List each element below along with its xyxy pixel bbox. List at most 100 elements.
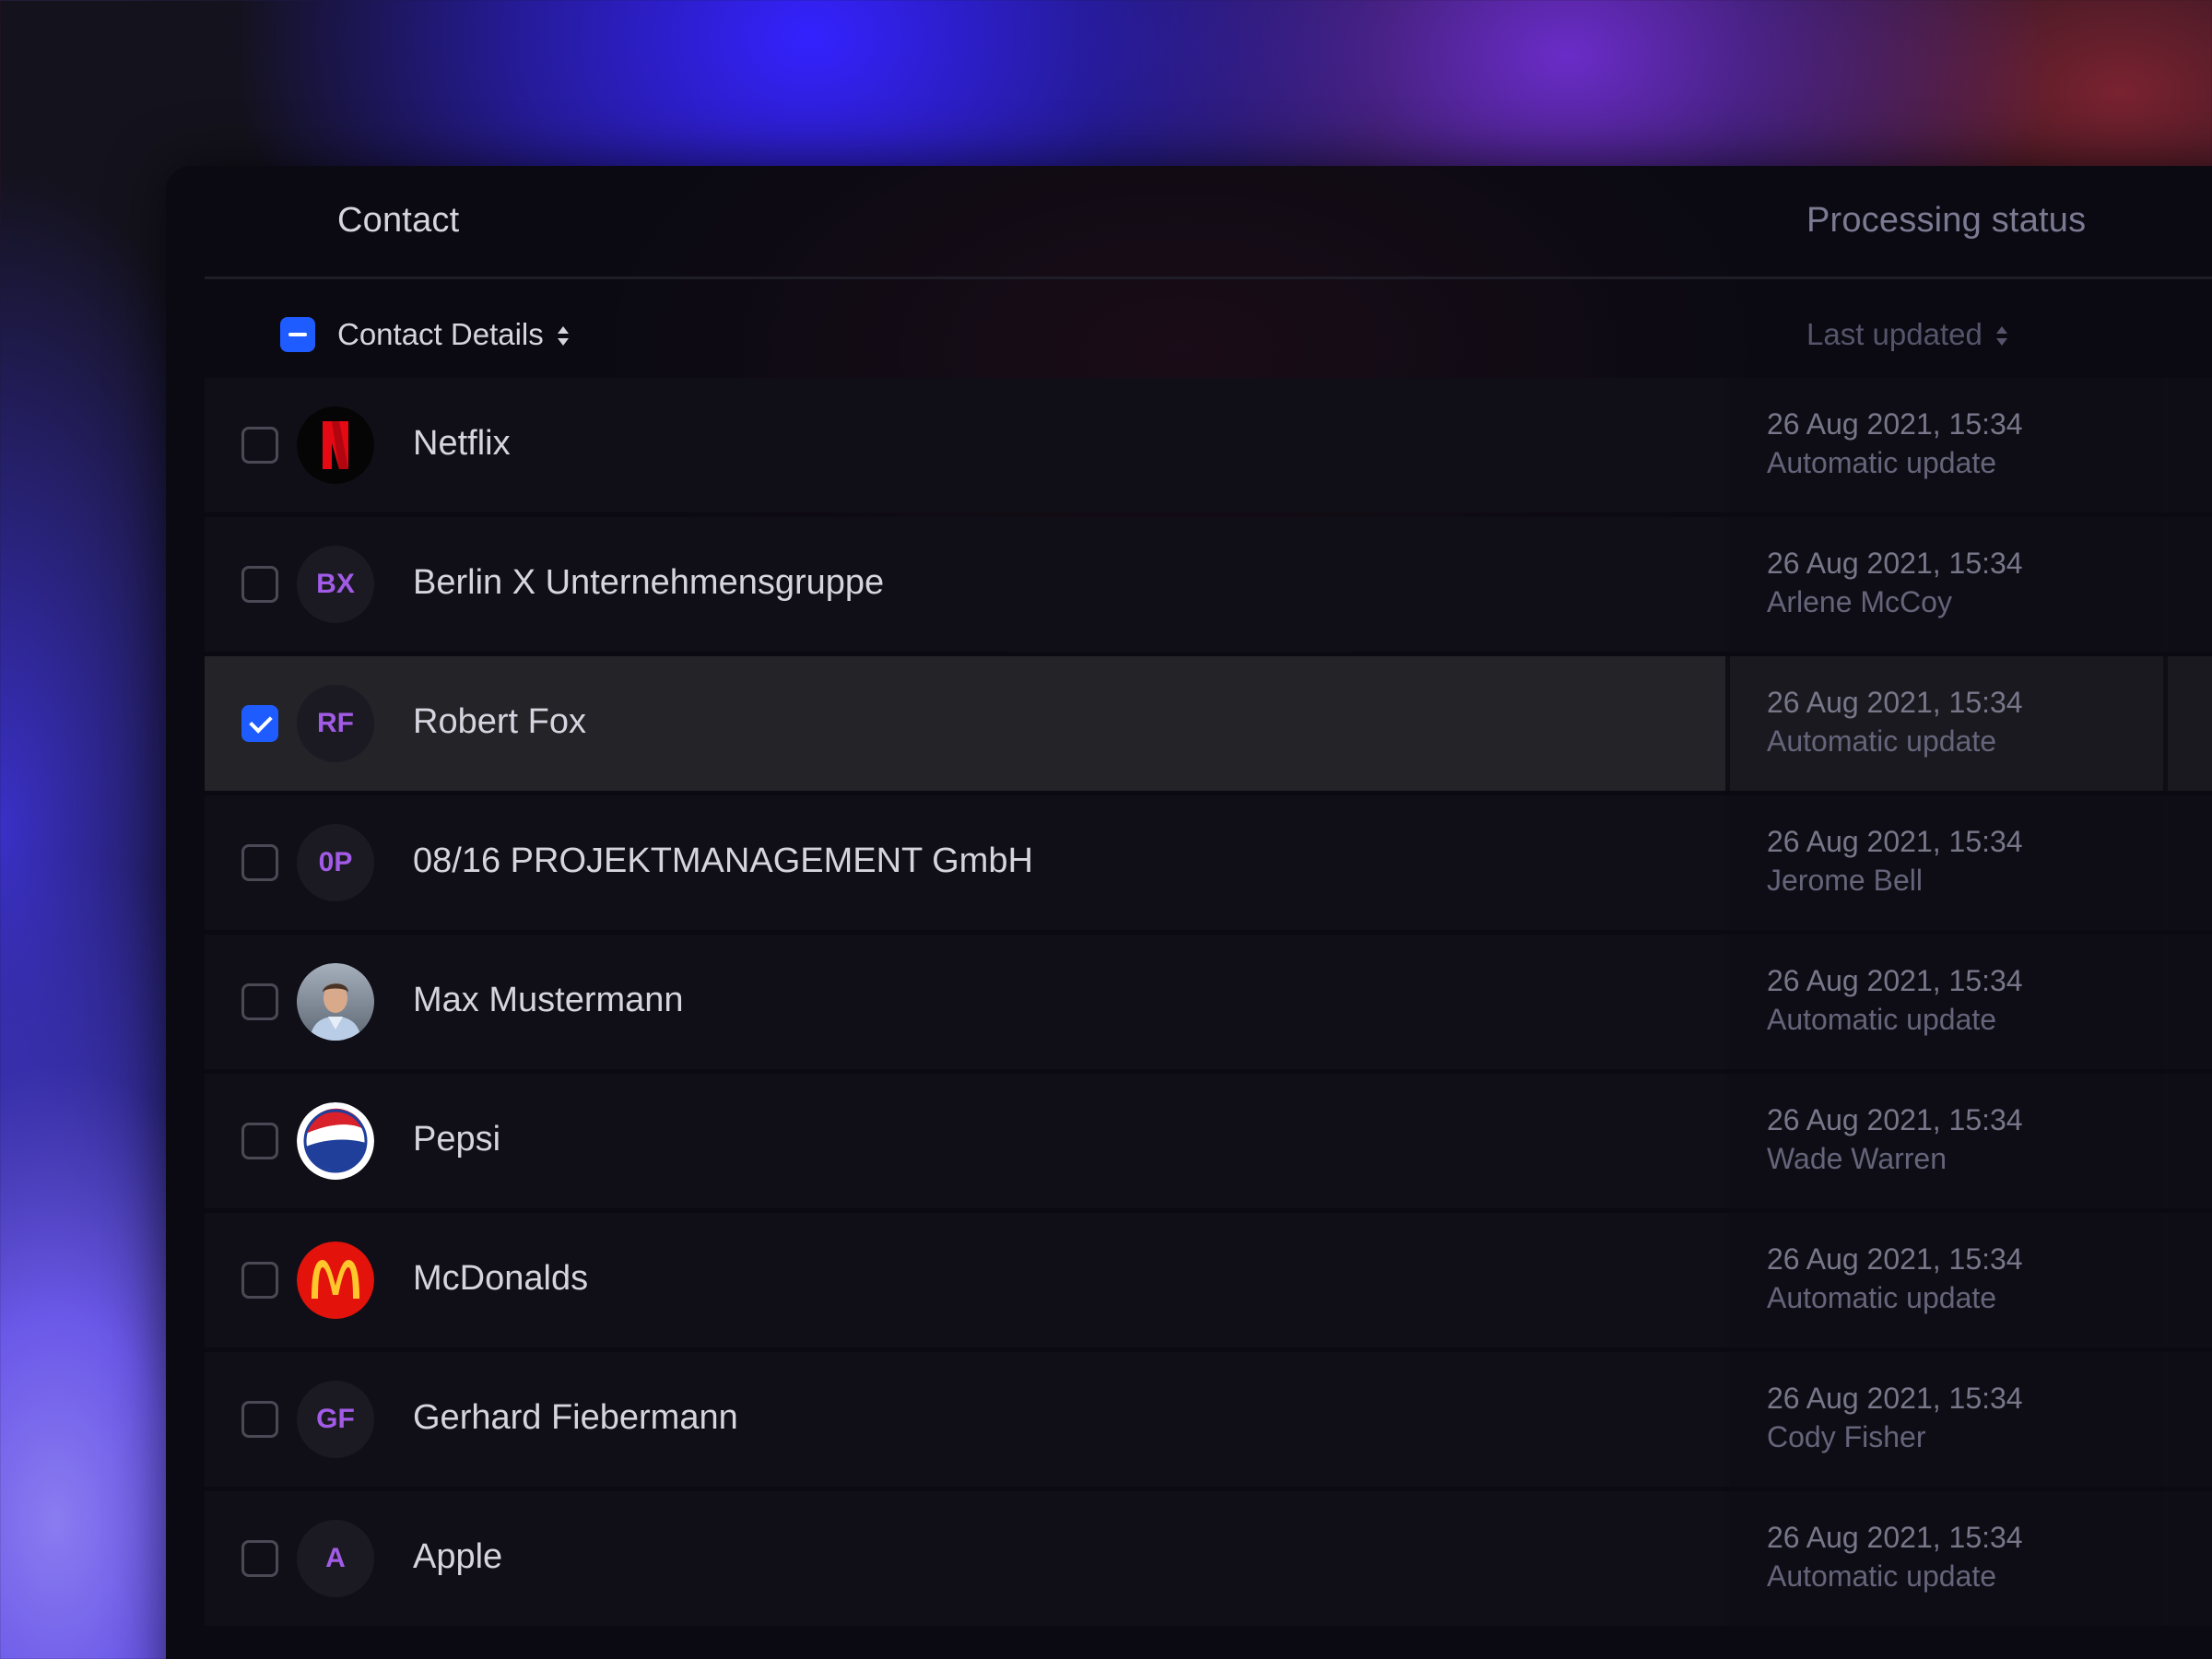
last-updated-by: Cody Fisher — [1767, 1420, 1926, 1453]
processing-status-cell: 26 Aug 2021, 15:34 Automatic update — [1730, 378, 2163, 512]
last-updated-date: 26 Aug 2021, 15:34 — [1767, 1103, 2023, 1136]
row-checkbox[interactable] — [241, 1262, 278, 1299]
row-checkbox[interactable] — [241, 566, 278, 603]
sort-last-updated[interactable]: Last updated — [1806, 317, 2010, 352]
last-updated-by: Automatic update — [1767, 1003, 1997, 1036]
last-updated-by: Jerome Bell — [1767, 864, 1923, 897]
contact-name[interactable]: Max Mustermann — [413, 981, 684, 1020]
contact-cell: BX Berlin X Unternehmensgruppe — [205, 517, 1725, 652]
avatar — [297, 963, 374, 1041]
select-all-checkbox[interactable] — [280, 317, 315, 352]
last-updated-date: 26 Aug 2021, 15:34 — [1767, 964, 2023, 997]
last-updated-date: 26 Aug 2021, 15:34 — [1767, 825, 2023, 858]
row-checkbox[interactable] — [241, 1123, 278, 1159]
processing-status-cell: 26 Aug 2021, 15:34 Automatic update — [1730, 1491, 2163, 1626]
last-updated-date: 26 Aug 2021, 15:34 — [1767, 1521, 2023, 1554]
processing-status-cell: 26 Aug 2021, 15:34 Arlene McCoy — [1730, 517, 2163, 652]
avatar — [297, 406, 374, 484]
group-title-contact: Contact — [337, 201, 460, 240]
avatar-initials: BX — [316, 569, 355, 599]
contact-cell: Netflix — [205, 378, 1725, 512]
table-row[interactable]: Pepsi 26 Aug 2021, 15:34 Wade Warren — [205, 1074, 2212, 1208]
contact-name[interactable]: McDonalds — [413, 1259, 588, 1299]
last-updated-by: Arlene McCoy — [1767, 585, 1952, 618]
contact-cell: A Apple — [205, 1491, 1725, 1626]
last-updated-by: Wade Warren — [1767, 1142, 1947, 1175]
avatar-initials: GF — [316, 1404, 355, 1434]
contact-cell: RF Robert Fox — [205, 656, 1725, 791]
table-row[interactable]: A Apple 26 Aug 2021, 15:34 Automatic upd… — [205, 1491, 2212, 1626]
sort-icon — [555, 324, 571, 349]
last-updated-by: Automatic update — [1767, 1281, 1997, 1314]
contact-name[interactable]: Berlin X Unternehmensgruppe — [413, 563, 884, 603]
contact-cell: McDonalds — [205, 1213, 1725, 1347]
processing-status-cell: 26 Aug 2021, 15:34 Automatic update — [1730, 935, 2163, 1069]
table-row[interactable]: McDonalds 26 Aug 2021, 15:34 Automatic u… — [205, 1213, 2212, 1347]
column-header-row: Contact Details Last updated — [205, 282, 2212, 358]
processing-status-cell: 26 Aug 2021, 15:34 Automatic update — [1730, 656, 2163, 791]
table-row[interactable]: GF Gerhard Fiebermann 26 Aug 2021, 15:34… — [205, 1352, 2212, 1487]
group-title-processing-status: Processing status — [1806, 201, 2087, 240]
next-column-cell — [2168, 935, 2212, 1069]
row-checkbox[interactable] — [241, 1540, 278, 1577]
processing-status-cell: 26 Aug 2021, 15:34 Jerome Bell — [1730, 795, 2163, 930]
avatar — [297, 1241, 374, 1319]
next-column-cell — [2168, 1352, 2212, 1487]
processing-status-cell: 26 Aug 2021, 15:34 Wade Warren — [1730, 1074, 2163, 1208]
contact-cell: Pepsi — [205, 1074, 1725, 1208]
column-label-last-updated: Last updated — [1806, 317, 1983, 351]
column-label-contact-details: Contact Details — [337, 317, 544, 351]
contact-name[interactable]: Robert Fox — [413, 702, 586, 742]
contact-cell: Max Mustermann — [205, 935, 1725, 1069]
contact-name[interactable]: 08/16 PROJEKTMANAGEMENT GmbH — [413, 841, 1033, 881]
contact-name[interactable]: Pepsi — [413, 1120, 500, 1159]
row-checkbox[interactable] — [241, 844, 278, 881]
next-column-cell — [2168, 795, 2212, 930]
avatar-initials: A — [325, 1543, 346, 1573]
next-column-cell — [2168, 1074, 2212, 1208]
avatar-initials: RF — [317, 708, 354, 738]
last-updated-date: 26 Aug 2021, 15:34 — [1767, 407, 2023, 441]
column-group-header: Contact Processing status — [205, 166, 2212, 279]
avatar — [297, 1102, 374, 1180]
processing-status-cell: 26 Aug 2021, 15:34 Cody Fisher — [1730, 1352, 2163, 1487]
row-checkbox[interactable] — [241, 705, 278, 742]
table-row[interactable]: Max Mustermann 26 Aug 2021, 15:34 Automa… — [205, 935, 2212, 1069]
pepsi-logo-icon — [297, 1102, 374, 1180]
next-column-cell — [2168, 1491, 2212, 1626]
next-column-cell — [2168, 517, 2212, 652]
netflix-logo-icon — [297, 406, 374, 484]
table-row[interactable]: BX Berlin X Unternehmensgruppe 26 Aug 20… — [205, 517, 2212, 652]
avatar: 0P — [297, 824, 374, 901]
contact-cell: GF Gerhard Fiebermann — [205, 1352, 1725, 1487]
last-updated-date: 26 Aug 2021, 15:34 — [1767, 1382, 2023, 1415]
table-row[interactable]: Netflix 26 Aug 2021, 15:34 Automatic upd… — [205, 378, 2212, 512]
avatar: RF — [297, 685, 374, 762]
contact-name[interactable]: Apple — [413, 1537, 502, 1577]
processing-status-cell: 26 Aug 2021, 15:34 Automatic update — [1730, 1213, 2163, 1347]
last-updated-by: Automatic update — [1767, 724, 1997, 758]
contact-cell: 0P 08/16 PROJEKTMANAGEMENT GmbH — [205, 795, 1725, 930]
contact-name[interactable]: Netflix — [413, 424, 511, 464]
next-column-cell — [2168, 378, 2212, 512]
table-row[interactable]: RF Robert Fox 26 Aug 2021, 15:34 Automat… — [205, 656, 2212, 791]
last-updated-by: Automatic update — [1767, 1559, 1997, 1593]
person-photo-icon — [297, 963, 374, 1041]
sort-icon — [1994, 324, 2010, 349]
avatar: BX — [297, 546, 374, 623]
contact-name[interactable]: Gerhard Fiebermann — [413, 1398, 738, 1438]
sort-contact-details[interactable]: Contact Details — [337, 317, 571, 352]
next-column-cell — [2168, 1213, 2212, 1347]
avatar: GF — [297, 1381, 374, 1458]
row-checkbox[interactable] — [241, 427, 278, 464]
last-updated-by: Automatic update — [1767, 446, 1997, 479]
row-checkbox[interactable] — [241, 983, 278, 1020]
next-column-cell — [2168, 656, 2212, 791]
avatar: A — [297, 1520, 374, 1597]
mcdonalds-logo-icon — [297, 1241, 374, 1319]
last-updated-date: 26 Aug 2021, 15:34 — [1767, 547, 2023, 580]
avatar-initials: 0P — [318, 847, 353, 877]
last-updated-date: 26 Aug 2021, 15:34 — [1767, 1242, 2023, 1276]
row-checkbox[interactable] — [241, 1401, 278, 1438]
table-row[interactable]: 0P 08/16 PROJEKTMANAGEMENT GmbH 26 Aug 2… — [205, 795, 2212, 930]
